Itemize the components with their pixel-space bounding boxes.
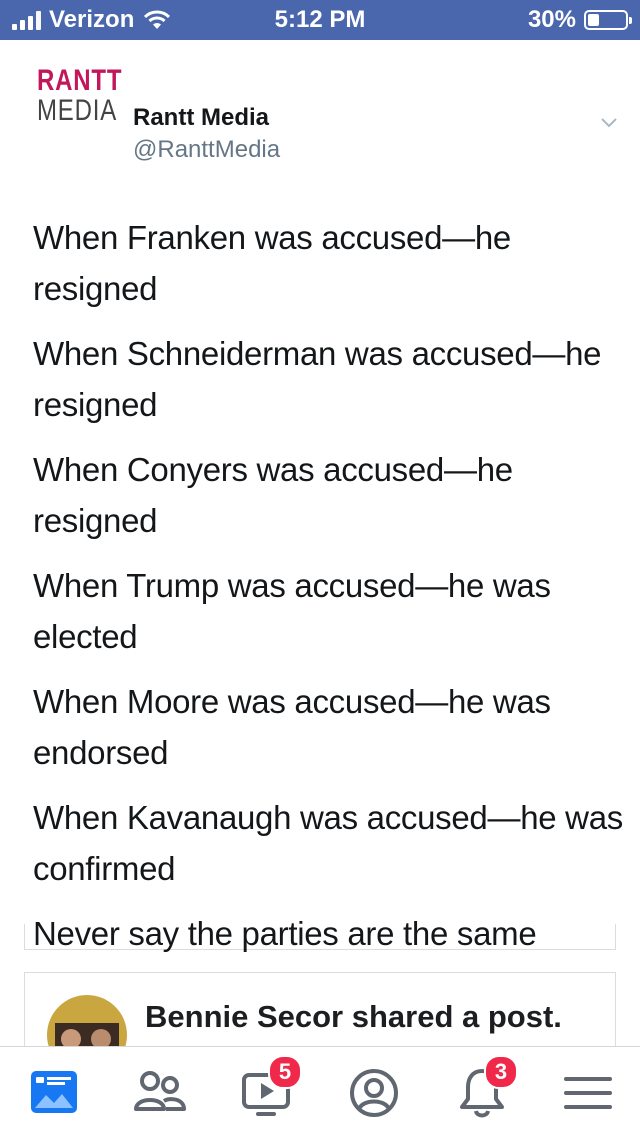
post-action-text: shared a post. xyxy=(351,999,562,1034)
tweet-line: When Conyers was accused—he resigned xyxy=(33,451,513,539)
battery-percent: 30% xyxy=(527,6,576,33)
bottom-tab-bar: 5 3 xyxy=(0,1046,640,1137)
tab-menu[interactable] xyxy=(556,1061,620,1125)
account-handle[interactable]: @RanttMedia xyxy=(133,136,280,164)
chevron-down-icon[interactable] xyxy=(599,112,619,132)
account-name[interactable]: Rantt Media xyxy=(133,104,269,132)
tweet-content: RANTT MEDIA Rantt Media @RanttMedia When… xyxy=(1,44,640,952)
tab-friends[interactable] xyxy=(128,1061,192,1125)
tweet-line: When Franken was accused—he resigned xyxy=(33,219,511,307)
tweet-text: When Franken was accused—he resigned Whe… xyxy=(33,212,623,973)
watch-badge: 5 xyxy=(268,1055,302,1089)
tab-news-feed[interactable] xyxy=(22,1061,86,1125)
status-bar: Verizon 5:12 PM 30% xyxy=(0,0,640,40)
notifications-badge: 3 xyxy=(484,1055,518,1089)
post-header: Bennie Secor shared a post. xyxy=(145,999,562,1035)
battery-icon xyxy=(584,10,632,30)
tweet-line: When Schneiderman was accused—he resigne… xyxy=(33,335,602,423)
tweet-line: Never say the parties are the same xyxy=(33,915,537,952)
post-author-name[interactable]: Bennie Secor xyxy=(145,999,343,1034)
news-feed-icon xyxy=(31,1071,77,1113)
tweet-line: When Kavanaugh was accused—he was confir… xyxy=(33,799,623,887)
friends-icon xyxy=(134,1071,186,1111)
profile-icon xyxy=(350,1069,398,1117)
tab-profile[interactable] xyxy=(342,1061,406,1125)
battery-group: 30% xyxy=(527,6,632,34)
tweet-line: When Moore was accused—he was endorsed xyxy=(33,683,551,771)
logo-line-2: MEDIA xyxy=(37,94,118,127)
shared-tweet-card[interactable]: RANTT MEDIA Rantt Media @RanttMedia When… xyxy=(1,44,640,952)
menu-icon xyxy=(564,1077,612,1109)
logo-line-1: RANTT xyxy=(37,64,123,97)
tab-watch[interactable]: 5 xyxy=(234,1055,302,1125)
tab-notifications[interactable]: 3 xyxy=(450,1055,518,1125)
tweet-line: When Trump was accused—he was elected xyxy=(33,567,551,655)
battery-level xyxy=(588,14,599,26)
rantt-media-logo[interactable]: RANTT MEDIA xyxy=(37,64,123,127)
